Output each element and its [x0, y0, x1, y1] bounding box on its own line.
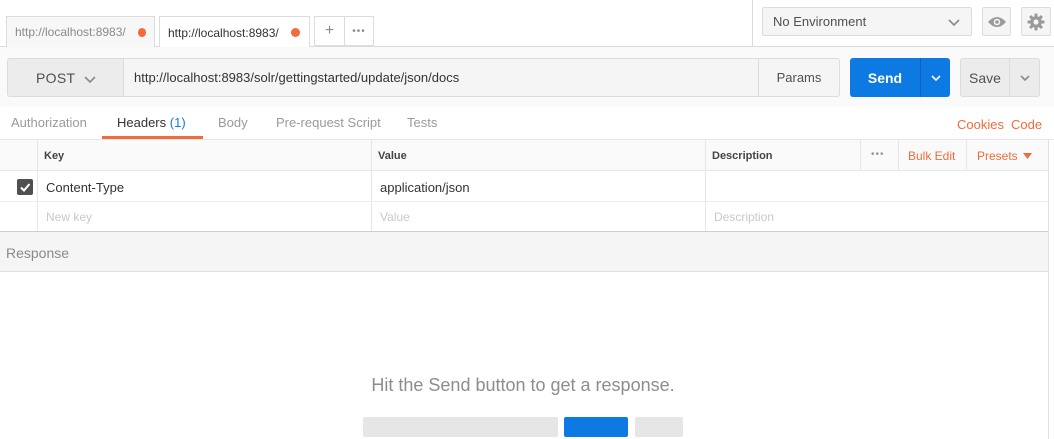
pane-right-border	[1048, 140, 1049, 439]
header-enabled-checkbox[interactable]	[17, 179, 33, 195]
caret-down-icon	[1022, 153, 1032, 159]
headers-table-header	[0, 140, 1048, 171]
column-description: Description	[712, 150, 773, 162]
placeholder-send-bar	[564, 417, 628, 437]
column-value: Value	[378, 150, 407, 162]
method-select[interactable]: POST	[7, 58, 124, 97]
environment-separator	[752, 0, 753, 46]
cookies-link[interactable]: Cookies	[957, 117, 1004, 132]
row-divider	[0, 201, 1048, 202]
tab-headers[interactable]: Headers (1)	[117, 115, 186, 130]
chevron-down-icon	[84, 76, 96, 84]
environment-select[interactable]: No Environment	[762, 7, 972, 36]
gear-icon	[1027, 13, 1045, 30]
column-divider	[705, 140, 706, 231]
tab-authorization-label: Authorization	[11, 115, 87, 130]
manage-environments-button[interactable]	[1021, 7, 1051, 36]
table-options-button[interactable]: •••	[871, 149, 885, 160]
placeholder-bar	[635, 417, 683, 437]
tab-headers-label: Headers	[117, 115, 167, 130]
response-title: Response	[6, 245, 70, 261]
column-divider	[898, 140, 899, 171]
tab-tests-label: Tests	[407, 115, 438, 130]
header-key-cell[interactable]: Content-Type	[46, 180, 124, 195]
params-label: Params	[776, 70, 822, 85]
request-tab-active[interactable]: http://localhost:8983/	[159, 16, 310, 48]
presets-dropdown[interactable]: Presets	[977, 149, 1032, 163]
environment-selected-label: No Environment	[773, 14, 867, 29]
url-value: http://localhost:8983/solr/gettingstarte…	[134, 70, 460, 85]
method-label: POST	[36, 69, 76, 86]
column-divider	[371, 140, 372, 231]
header-description-cell[interactable]	[714, 180, 1034, 196]
tab-authorization[interactable]: Authorization	[11, 115, 87, 130]
tab-tests[interactable]: Tests	[407, 115, 437, 130]
tab-prerequest-script[interactable]: Pre-request Script	[276, 115, 381, 130]
more-icon: •••	[352, 25, 366, 37]
column-divider	[860, 140, 861, 171]
tab-options-button[interactable]: •••	[344, 16, 374, 46]
headers-count-badge: (1)	[169, 115, 186, 130]
send-options-button[interactable]	[920, 58, 950, 97]
environment-quick-look-button[interactable]	[982, 7, 1011, 36]
unsaved-dot-icon	[290, 28, 300, 37]
code-link[interactable]: Code	[1011, 117, 1042, 132]
tab-prerequest-label: Pre-request Script	[276, 115, 381, 130]
request-tab-title: http://localhost:8983/	[15, 25, 126, 39]
send-label: Send	[867, 69, 903, 86]
empty-response-hint: Hit the Send button to get a response.	[371, 375, 675, 395]
params-button[interactable]: Params	[758, 58, 840, 97]
response-header	[0, 232, 1048, 272]
chevron-down-icon	[1019, 74, 1030, 81]
placeholder-bar	[363, 417, 558, 437]
plus-icon: +	[324, 22, 335, 39]
send-button[interactable]: Send	[850, 58, 920, 97]
unsaved-dot-icon	[137, 27, 146, 37]
column-key: Key	[44, 150, 65, 162]
url-input[interactable]: http://localhost:8983/solr/gettingstarte…	[123, 58, 759, 97]
save-label: Save	[969, 69, 1001, 86]
new-value-input[interactable]: Value	[380, 210, 410, 224]
bulk-edit-link[interactable]: Bulk Edit	[908, 149, 955, 163]
new-description-input[interactable]: Description	[714, 210, 774, 224]
column-divider	[37, 140, 38, 231]
new-tab-button[interactable]: +	[314, 16, 345, 46]
header-value-cell[interactable]: application/json	[380, 180, 470, 195]
chevron-down-icon	[930, 74, 941, 81]
request-tab[interactable]: http://localhost:8983/	[6, 16, 155, 47]
request-tab-title: http://localhost:8983/	[168, 25, 279, 40]
tab-body-label: Body	[218, 115, 248, 130]
eye-icon	[987, 16, 1006, 27]
presets-label: Presets	[977, 149, 1018, 163]
tab-body[interactable]: Body	[218, 115, 248, 130]
new-key-input[interactable]: New key	[46, 210, 92, 224]
chevron-down-icon	[948, 19, 960, 27]
save-button[interactable]: Save	[960, 58, 1010, 97]
save-options-button[interactable]	[1009, 58, 1040, 97]
check-icon	[20, 183, 31, 192]
column-divider	[966, 140, 967, 171]
